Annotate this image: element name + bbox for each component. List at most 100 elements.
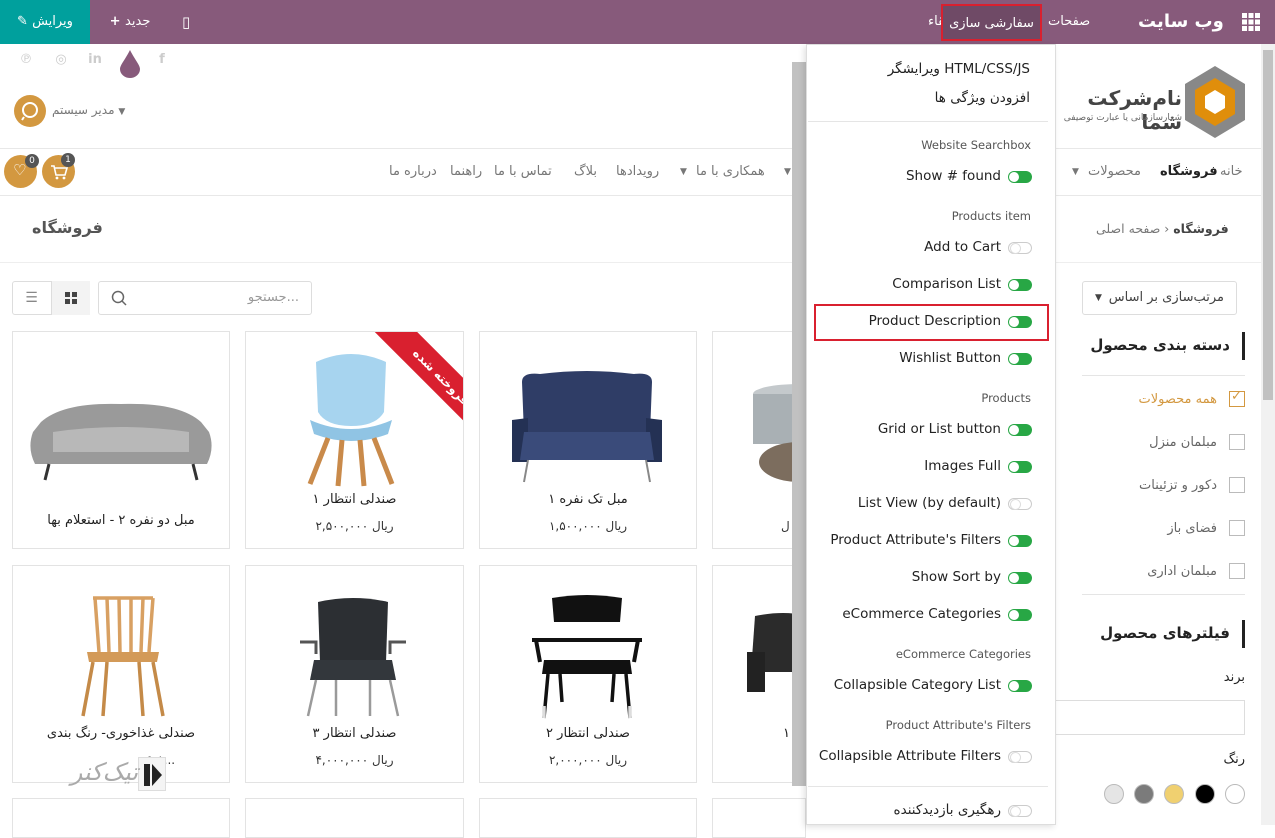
nav-blog[interactable]: بلاگ — [574, 164, 597, 179]
dropdown-header-searchbox: Website Searchbox — [921, 138, 1031, 152]
search-input[interactable]: جستجو... — [248, 290, 299, 305]
grid-view-icon[interactable] — [51, 281, 90, 315]
toggle-collapsible-category-list[interactable] — [1008, 680, 1032, 692]
search-icon[interactable] — [111, 290, 127, 306]
toggle-comparison-list[interactable] — [1008, 279, 1032, 291]
page-scrollbar-thumb[interactable] — [1263, 50, 1273, 400]
nav-home[interactable]: خانه — [1220, 164, 1243, 179]
option-product-description[interactable]: Product Description — [869, 313, 1001, 329]
product-name[interactable]: صندلی انتظار ۱ — [246, 492, 463, 507]
dropdown-scrollbar[interactable] — [792, 62, 806, 786]
option-wishlist-button[interactable]: Wishlist Button — [899, 350, 1001, 366]
toggle-product-description[interactable] — [1008, 316, 1032, 328]
option-comparison-list[interactable]: Comparison List — [892, 276, 1001, 292]
category-office-furniture[interactable]: مبلمان اداری — [1147, 564, 1217, 579]
color-swatch-gray[interactable] — [1134, 784, 1154, 804]
product-name[interactable]: مبل دو نفره ۲ - استعلام بها — [13, 513, 229, 528]
page-scrollbar[interactable] — [1261, 44, 1275, 825]
option-grid-list-button[interactable]: Grid or List button — [878, 421, 1001, 437]
category-checkbox[interactable] — [1229, 563, 1245, 579]
product-name[interactable]: مبل تک نفره ۱ — [480, 492, 696, 507]
pinterest-icon[interactable]: ℗ — [18, 52, 34, 68]
product-card[interactable] — [245, 798, 464, 838]
category-checkbox[interactable] — [1229, 434, 1245, 450]
color-swatch-light-gray[interactable] — [1104, 784, 1124, 804]
toggle-collapsible-attribute-filters[interactable] — [1008, 751, 1032, 763]
product-card[interactable] — [712, 798, 806, 838]
pencil-icon: ✎ — [17, 14, 33, 29]
product-card[interactable] — [479, 798, 697, 838]
nav-events[interactable]: رویدادها — [616, 164, 659, 179]
option-ecommerce-categories[interactable]: eCommerce Categories — [842, 606, 1001, 622]
brand-select[interactable] — [1050, 700, 1245, 735]
user-menu[interactable]: مدیر سیستم ▼ — [52, 103, 125, 117]
toggle-show-sort-by[interactable] — [1008, 572, 1032, 584]
app-title[interactable]: وب سایت — [1138, 0, 1224, 44]
category-decor[interactable]: دکور و تزئینات — [1139, 478, 1217, 493]
product-card[interactable]: صندلی غذاخوری- رنگ بندی ۹,۸... — [12, 565, 230, 783]
option-add-to-cart[interactable]: Add to Cart — [924, 239, 1001, 255]
html-editor-item[interactable]: ویرایشگر HTML/CSS/JS — [888, 61, 1030, 77]
option-collapsible-category-list[interactable]: Collapsible Category List — [834, 677, 1001, 693]
color-swatch-yellow[interactable] — [1164, 784, 1184, 804]
nav-about[interactable]: درباره ما — [389, 164, 437, 179]
product-price: ۱,۵۰۰,۰۰۰ ریال — [548, 519, 628, 533]
nav-contact[interactable]: تماس با ما — [494, 164, 552, 179]
product-card[interactable] — [12, 798, 230, 838]
add-features-item[interactable]: افزودن ویژگی ها — [935, 90, 1030, 106]
product-card[interactable]: مبل تک نفره ۱ ۱,۵۰۰,۰۰۰ ریال — [479, 331, 697, 549]
category-checkbox[interactable] — [1229, 520, 1245, 536]
category-home-furniture[interactable]: مبلمان منزل — [1149, 435, 1217, 450]
linkedin-icon[interactable]: in — [87, 52, 103, 68]
nav-products[interactable]: محصولات — [1088, 164, 1141, 179]
product-name[interactable]: صندلی انتظار ۲ — [480, 726, 696, 741]
apps-grid-icon[interactable] — [1242, 0, 1260, 44]
option-visitor-tracking[interactable]: رهگیری بازدیدکننده — [894, 802, 1001, 818]
user-avatar[interactable] — [14, 95, 46, 127]
toggle-show-found[interactable] — [1008, 171, 1032, 183]
option-show-sort-by[interactable]: Show Sort by — [912, 569, 1001, 585]
pages-menu[interactable]: صفحات — [1048, 0, 1090, 44]
option-list-view-default[interactable]: List View (by default) — [858, 495, 1001, 511]
edit-button[interactable]: ✎ ویرایش — [0, 0, 90, 44]
color-swatch-black[interactable] — [1195, 784, 1215, 804]
list-view-icon[interactable]: ☰ — [12, 281, 51, 315]
breadcrumb-home[interactable]: صفحه اصلی — [1096, 221, 1160, 236]
product-image — [532, 595, 642, 719]
product-name[interactable]: صندلی غذاخوری- رنگ بندی — [13, 726, 229, 741]
option-collapsible-attribute-filters[interactable]: Collapsible Attribute Filters — [819, 748, 1001, 764]
product-card[interactable]: فروخته شده صندلی انتظار ۱ ۲,۵۰۰,۰۰۰ ریال — [245, 331, 464, 549]
toggle-attribute-filters[interactable] — [1008, 535, 1032, 547]
nav-shop[interactable]: فروشگاه — [1160, 164, 1218, 179]
category-all[interactable]: همه محصولات — [1139, 392, 1217, 407]
nav-help[interactable]: راهنما — [450, 164, 482, 179]
category-checkbox[interactable] — [1229, 477, 1245, 493]
new-button[interactable]: + جدید — [90, 0, 170, 44]
toggle-images-full[interactable] — [1008, 461, 1032, 473]
facebook-icon[interactable]: f — [154, 52, 170, 68]
instagram-icon[interactable]: ◎ — [53, 52, 69, 68]
nav-cooperation[interactable]: همکاری با ما — [696, 164, 765, 179]
category-outdoor[interactable]: فضای باز — [1167, 521, 1217, 536]
product-name[interactable]: صندلی انتظار ۳ — [246, 726, 463, 741]
customize-menu[interactable]: سفارشی سازی — [941, 4, 1042, 41]
option-images-full[interactable]: Images Full — [924, 458, 1001, 474]
product-card[interactable]: صندلی انتظار ۳ ۴,۰۰۰,۰۰۰ ریال — [245, 565, 464, 783]
mobile-preview-icon[interactable]: ▯ — [182, 0, 190, 44]
toggle-visitor-tracking[interactable] — [1008, 805, 1032, 817]
toggle-list-view-default[interactable] — [1008, 498, 1032, 510]
color-swatch-white[interactable] — [1225, 784, 1245, 804]
product-card[interactable]: مبل دو نفره ۲ - استعلام بها — [12, 331, 230, 549]
toggle-wishlist-button[interactable] — [1008, 353, 1032, 365]
caret-down-icon: ▼ — [118, 107, 126, 117]
option-attribute-filters[interactable]: Product Attribute's Filters — [830, 532, 1001, 548]
toggle-grid-list-button[interactable] — [1008, 424, 1032, 436]
nav-products-caret-icon: ▼ — [1072, 167, 1079, 177]
product-card[interactable]: صندلی انتظار ۲ ۲,۰۰۰,۰۰۰ ریال — [479, 565, 697, 783]
toggle-add-to-cart[interactable] — [1008, 242, 1032, 254]
category-checkbox-all[interactable]: ✓ — [1229, 389, 1245, 407]
option-show-found[interactable]: Show # found — [906, 168, 1001, 184]
sort-dropdown[interactable]: مرتب‌سازی بر اساس ▼ — [1082, 281, 1237, 315]
search-box[interactable]: جستجو... — [98, 281, 312, 315]
toggle-ecommerce-categories[interactable] — [1008, 609, 1032, 621]
